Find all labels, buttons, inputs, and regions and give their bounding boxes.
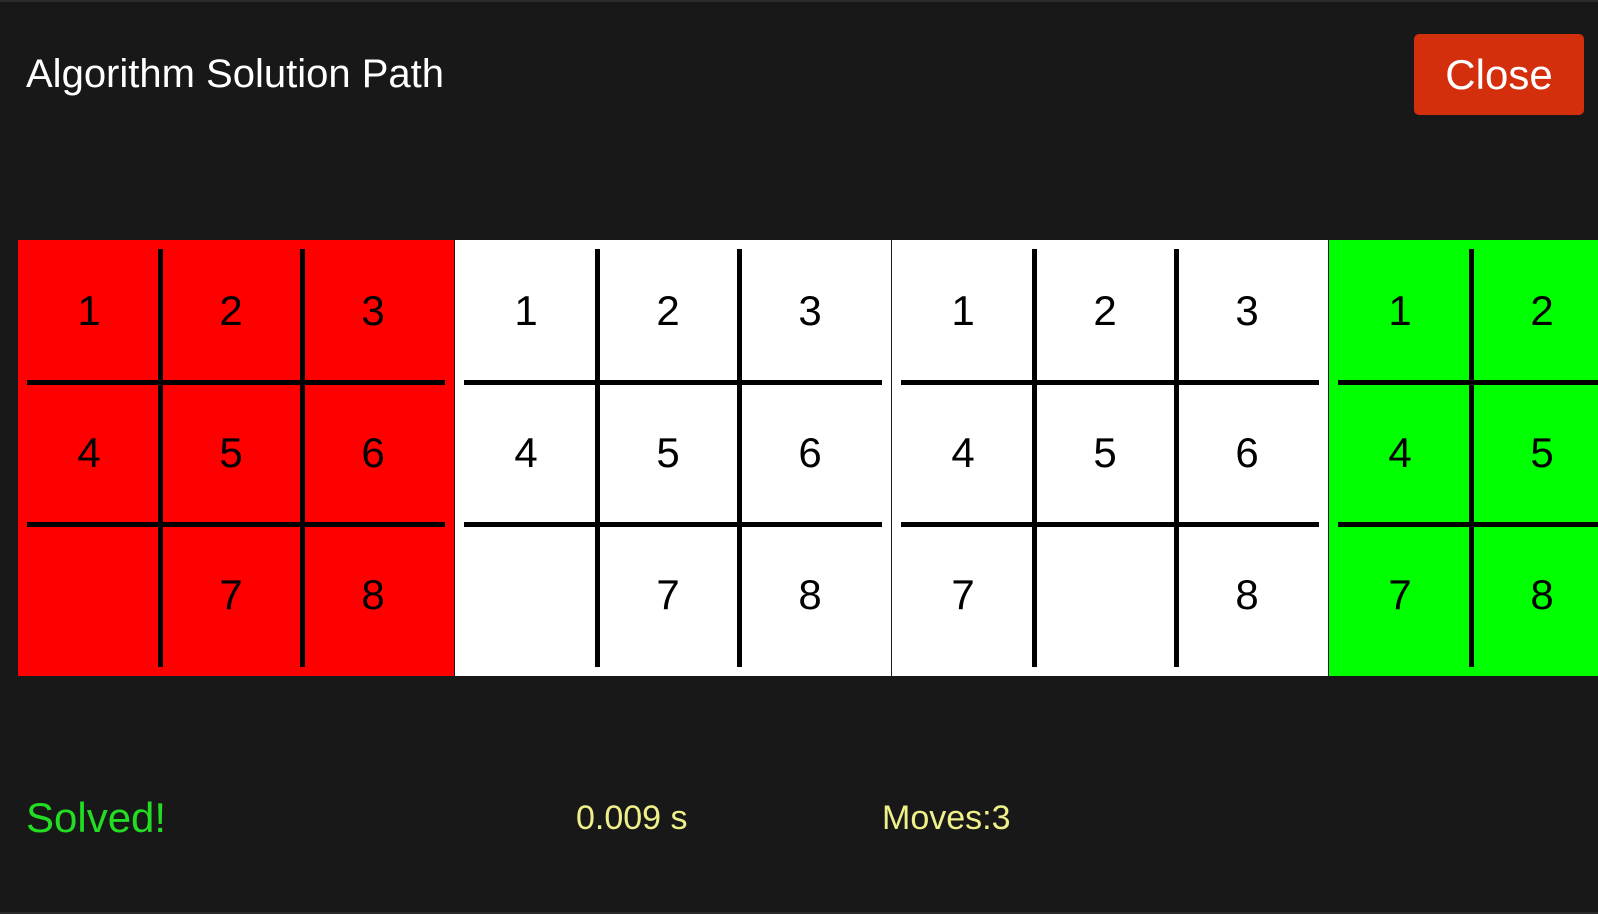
puzzle-tile[interactable]: 2 [1470,240,1598,383]
puzzle-tile[interactable]: 6 [1175,381,1319,525]
puzzle-tile[interactable]: 3 [301,240,445,383]
grid-line-horizontal [464,522,882,527]
grid-line-vertical [1469,249,1474,667]
puzzle-tile[interactable]: 3 [1175,240,1319,383]
puzzle-tile[interactable]: 4 [891,381,1035,525]
grid-line-horizontal [901,522,1319,527]
solve-time: 0.009 s [576,799,688,837]
puzzle-tile[interactable]: 7 [159,523,303,667]
solved-status: Solved! [26,794,167,841]
empty-tile[interactable] [1033,523,1177,667]
puzzle-board-intermediate-step-1: 12345678 [455,240,891,676]
grid-line-vertical [1032,249,1037,667]
puzzle-tile[interactable]: 8 [301,523,445,667]
grid-line-horizontal [27,380,445,385]
dialog-title: Algorithm Solution Path [26,52,445,96]
grid-line-horizontal [464,380,882,385]
puzzle-tile[interactable]: 2 [1033,240,1177,383]
puzzle-tile[interactable]: 5 [1470,381,1598,525]
grid-line-horizontal [27,522,445,527]
puzzle-tile[interactable]: 5 [596,381,740,525]
puzzle-tile[interactable]: 5 [1033,381,1177,525]
puzzle-tile[interactable]: 7 [1328,523,1472,667]
puzzle-tile[interactable]: 6 [301,381,445,525]
puzzle-tile[interactable]: 4 [18,381,161,525]
grid-line-horizontal [1338,522,1598,527]
puzzle-board-goal-step-3: 12345678 [1329,240,1598,676]
puzzle-board-start-step-0: 12345678 [18,240,454,676]
puzzle-tile[interactable]: 7 [891,523,1035,667]
grid-line-horizontal [901,380,1319,385]
puzzle-tile[interactable]: 2 [159,240,303,383]
puzzle-tile[interactable]: 1 [891,240,1035,383]
grid-line-vertical [595,249,600,667]
move-count: Moves:3 [882,799,1011,837]
puzzle-tile[interactable]: 1 [1328,240,1472,383]
puzzle-tile[interactable]: 1 [454,240,598,383]
puzzle-tile[interactable]: 7 [596,523,740,667]
puzzle-tile[interactable]: 1 [18,240,161,383]
solution-dialog: Algorithm Solution Path Close 1234567812… [0,2,1598,912]
puzzle-tile[interactable]: 6 [738,381,882,525]
puzzle-board-intermediate-step-2: 12345678 [892,240,1328,676]
puzzle-tile[interactable]: 4 [454,381,598,525]
empty-tile[interactable] [18,523,161,667]
grid-line-vertical [158,249,163,667]
puzzle-tile[interactable]: 4 [1328,381,1472,525]
puzzle-tile[interactable]: 8 [1470,523,1598,667]
puzzle-tile[interactable]: 3 [738,240,882,383]
close-button[interactable]: Close [1414,34,1584,115]
empty-tile[interactable] [454,523,598,667]
grid-line-vertical [737,249,742,667]
grid-line-vertical [1174,249,1179,667]
grid-line-vertical [300,249,305,667]
puzzle-tile[interactable]: 5 [159,381,303,525]
puzzle-tile[interactable]: 8 [738,523,882,667]
grid-line-horizontal [1338,380,1598,385]
solution-path-strip: 12345678123456781234567812345678 [18,240,1598,676]
puzzle-tile[interactable]: 8 [1175,523,1319,667]
puzzle-tile[interactable]: 2 [596,240,740,383]
